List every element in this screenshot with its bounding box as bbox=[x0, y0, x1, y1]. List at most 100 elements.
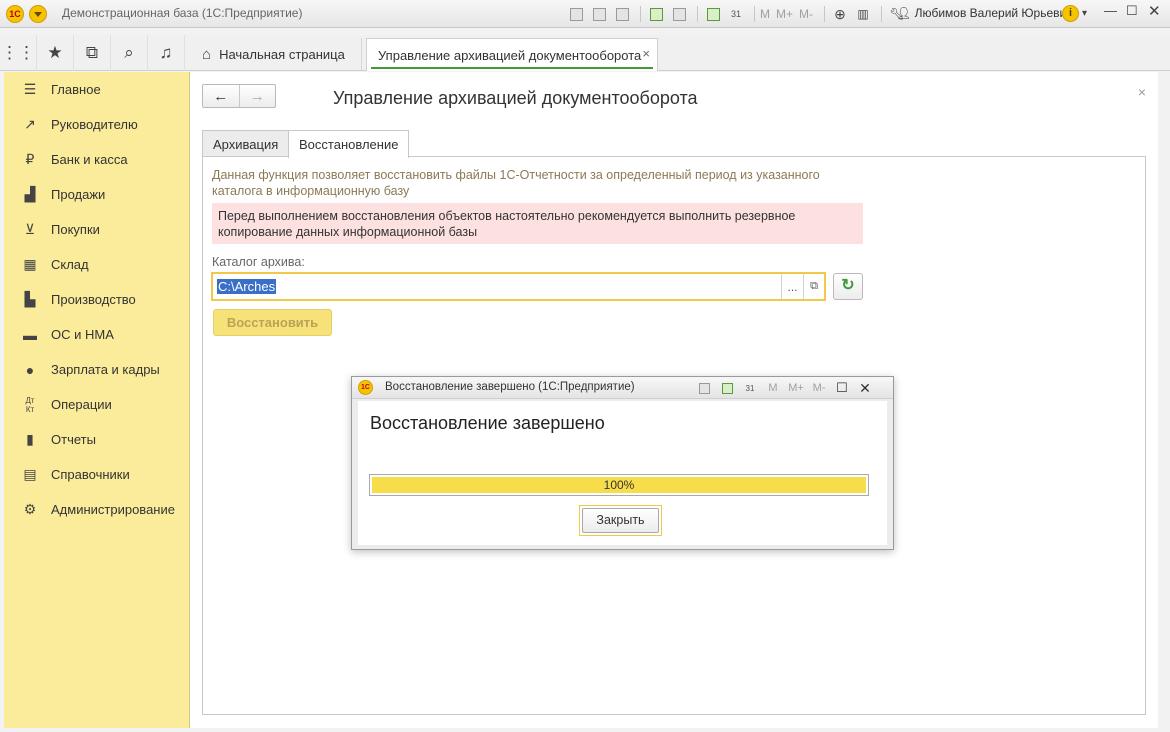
close-button[interactable]: Закрыть bbox=[582, 508, 659, 533]
favorites-star-icon[interactable]: ★ bbox=[37, 35, 74, 71]
memory-plus-button[interactable]: M+ bbox=[786, 379, 806, 397]
app-title-bar: 1С Демонстрационная база (1С:Предприятие… bbox=[0, 0, 1170, 28]
info-icon[interactable]: i bbox=[1062, 5, 1079, 22]
tab-home-label: Начальная страница bbox=[219, 46, 345, 62]
truck-icon: ▬ bbox=[23, 326, 37, 343]
sidebar-item-purchases[interactable]: ⊻ Покупки bbox=[4, 212, 189, 247]
refresh-icon[interactable]: ↻ bbox=[833, 273, 863, 300]
sidebar-item-reports[interactable]: ▮ Отчеты bbox=[4, 422, 189, 457]
forward-arrow-icon[interactable]: → bbox=[238, 85, 276, 107]
panel-toggle-icon[interactable]: ▥ bbox=[853, 4, 873, 24]
calculator-icon[interactable] bbox=[717, 379, 737, 397]
memory-minus-button[interactable]: M- bbox=[799, 7, 813, 21]
upload-icon[interactable] bbox=[646, 4, 666, 24]
calculator-icon[interactable] bbox=[703, 4, 723, 24]
search-icon[interactable]: ⌕ bbox=[111, 35, 148, 71]
sidebar-item-label: Справочники bbox=[51, 467, 130, 482]
notifications-bell-icon[interactable]: ♫ bbox=[148, 35, 185, 71]
link-icon[interactable] bbox=[694, 379, 714, 397]
close-button-focus: Закрыть bbox=[579, 505, 662, 536]
select-folder-button[interactable]: ... bbox=[781, 274, 803, 299]
memory-button[interactable]: M bbox=[760, 7, 770, 21]
maximize-icon[interactable]: ☐ bbox=[1126, 3, 1138, 19]
current-user[interactable]: 👤︎ Любимов Валерий Юрьевич bbox=[896, 6, 1072, 20]
sidebar-item-label: Банк и касса bbox=[51, 152, 128, 167]
toolbar-separator bbox=[640, 6, 641, 22]
print-icon[interactable] bbox=[589, 4, 609, 24]
sidebar-item-sales[interactable]: ▟ Продажи bbox=[4, 177, 189, 212]
close-form-icon[interactable]: × bbox=[1138, 84, 1146, 100]
back-arrow-icon[interactable]: ← bbox=[203, 85, 239, 107]
dialog-heading: Восстановление завершено bbox=[370, 413, 605, 433]
dialog-title-bar: 1С Восстановление завершено (1С:Предприя… bbox=[352, 377, 893, 399]
toolbar-separator bbox=[881, 6, 883, 22]
sidebar-item-references[interactable]: ▤ Справочники bbox=[4, 457, 189, 492]
sidebar-item-label: Склад bbox=[51, 257, 89, 272]
gear-icon: ⚙ bbox=[23, 501, 37, 517]
open-folder-icon[interactable]: ⧉ bbox=[803, 274, 824, 299]
sidebar-item-warehouse[interactable]: ▦ Склад bbox=[4, 247, 189, 282]
dialog-body: Восстановление завершено 100% Закрыть bbox=[358, 401, 887, 545]
toolbar-separator bbox=[754, 6, 755, 22]
memory-button[interactable]: M bbox=[763, 379, 783, 397]
user-icon: 👤︎ bbox=[896, 6, 912, 20]
nav-icon-bar: ⋮⋮ ★ ⧉ ⌕ ♫ bbox=[0, 35, 190, 71]
close-dialog-icon[interactable]: ✕ bbox=[855, 379, 875, 397]
sidebar-item-fixed-assets[interactable]: ▬ ОС и НМА bbox=[4, 317, 189, 352]
link-icon[interactable] bbox=[669, 4, 689, 24]
sidebar-item-label: Зарплата и кадры bbox=[51, 362, 160, 377]
sidebar-item-production[interactable]: ▙ Производство bbox=[4, 282, 189, 317]
sidebar-item-label: ОС и НМА bbox=[51, 327, 114, 342]
sidebar-item-label: Руководителю bbox=[51, 117, 138, 132]
close-tab-icon[interactable]: × bbox=[642, 46, 650, 61]
restore-button[interactable]: Восстановить bbox=[213, 309, 332, 336]
memory-minus-button[interactable]: M- bbox=[809, 379, 829, 397]
tab-archive-management[interactable]: Управление архивацией документооборота × bbox=[366, 38, 658, 71]
save-icon[interactable] bbox=[566, 4, 586, 24]
warehouse-icon: ▦ bbox=[23, 256, 37, 272]
calendar-icon[interactable]: 31 bbox=[740, 379, 760, 397]
sidebar-item-admin[interactable]: ⚙ Администрирование bbox=[4, 492, 189, 527]
dialog-toolbar: 31 M M+ M- ☐ ✕ bbox=[694, 379, 878, 397]
book-icon: ▤ bbox=[23, 466, 37, 482]
history-icon[interactable]: ⧉ bbox=[74, 35, 111, 71]
sidebar-item-manager[interactable]: ↗ Руководителю bbox=[4, 107, 189, 142]
close-window-icon[interactable]: ✕ bbox=[1148, 2, 1161, 20]
1c-logo-icon: 1С bbox=[358, 380, 373, 395]
main-menu-button[interactable] bbox=[29, 5, 47, 23]
progress-bar: 100% bbox=[369, 474, 869, 496]
sidebar-item-label: Продажи bbox=[51, 187, 106, 202]
sidebar-item-operations[interactable]: Дт Кт Операции bbox=[4, 387, 189, 422]
tab-home[interactable]: ⌂ Начальная страница bbox=[192, 38, 362, 70]
ruble-icon: ₽ bbox=[25, 151, 35, 167]
minimize-icon[interactable]: — bbox=[1104, 3, 1117, 18]
user-name: Любимов Валерий Юрьевич bbox=[914, 6, 1073, 20]
window-title: Демонстрационная база (1С:Предприятие) bbox=[62, 6, 303, 20]
catalog-path-value: C:\Arches bbox=[217, 279, 277, 294]
zoom-icon[interactable]: ⊕ bbox=[830, 4, 850, 24]
page-title: Управление архивацией документооборота bbox=[333, 88, 698, 108]
preview-icon[interactable] bbox=[612, 4, 632, 24]
dialog-window-title: Восстановление завершено (1С:Предприятие… bbox=[385, 381, 635, 393]
toolbar-icons: 31 M M+ M- ⊕ ▥ 🔧︎ bbox=[566, 4, 910, 24]
top-navigation: ⋮⋮ ★ ⧉ ⌕ ♫ ⌂ Начальная страница Управлен… bbox=[0, 35, 1170, 71]
menu-icon: ☰ bbox=[23, 81, 37, 97]
cart-icon: ⊻ bbox=[24, 221, 36, 237]
progress-label: 100% bbox=[603, 478, 635, 492]
tab-archiving[interactable]: Архивация bbox=[202, 130, 290, 157]
memory-plus-button[interactable]: M+ bbox=[776, 7, 793, 21]
toolbar-separator bbox=[697, 6, 698, 22]
sidebar-item-bank[interactable]: ₽ Банк и касса bbox=[4, 142, 189, 177]
sidebar-item-label: Администрирование bbox=[51, 502, 175, 517]
maximize-icon[interactable]: ☐ bbox=[832, 379, 852, 397]
tab-restore[interactable]: Восстановление bbox=[288, 130, 410, 158]
calendar-icon[interactable]: 31 bbox=[726, 4, 746, 24]
1c-logo-icon[interactable]: 1С bbox=[6, 5, 24, 23]
window-menu-icon[interactable]: ▾ bbox=[1082, 8, 1087, 19]
sidebar-item-label: Отчеты bbox=[51, 432, 96, 447]
sidebar-item-main[interactable]: ☰ Главное bbox=[4, 72, 189, 107]
apps-grid-icon[interactable]: ⋮⋮ bbox=[0, 35, 37, 71]
sidebar-item-payroll[interactable]: ● Зарплата и кадры bbox=[4, 352, 189, 387]
catalog-path-input[interactable]: C:\Arches ... ⧉ bbox=[211, 272, 826, 301]
sidebar-item-label: Операции bbox=[51, 397, 112, 412]
